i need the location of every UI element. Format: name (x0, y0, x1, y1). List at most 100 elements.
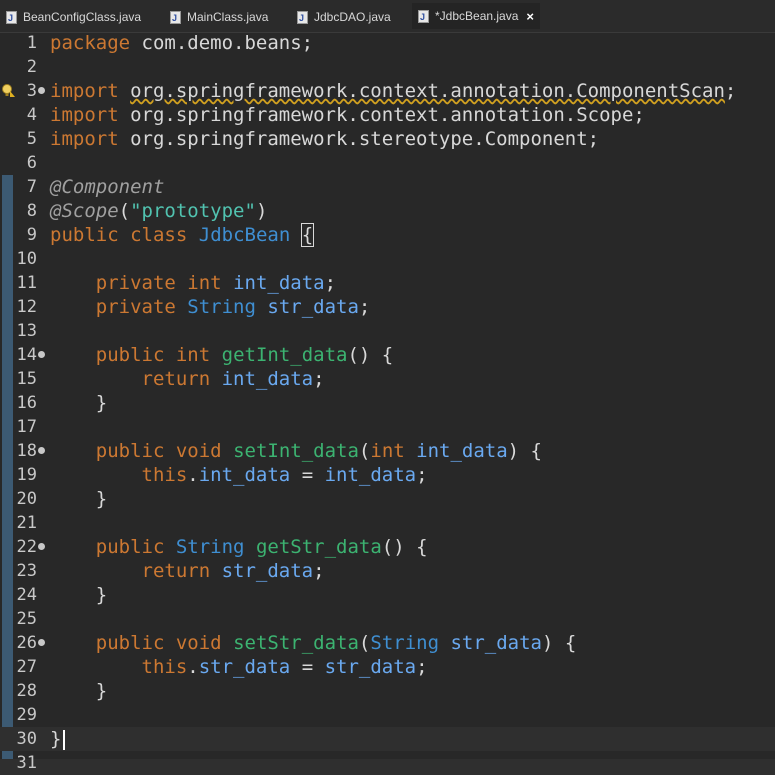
code-token: this (141, 656, 188, 678)
code-token: int_data (416, 440, 508, 462)
code-text: public String getStr_data() { (50, 535, 428, 559)
code-token: . (187, 464, 199, 486)
fold-toggle-icon[interactable] (38, 447, 45, 454)
code-token: class (130, 224, 188, 246)
code-line[interactable]: 1 package com.demo.beans; (0, 31, 775, 55)
code-text: private String str_data; (50, 295, 371, 319)
java-file-icon: J (170, 10, 181, 24)
code-token: ; (416, 464, 428, 486)
fold-toggle-icon[interactable] (38, 543, 45, 550)
code-token: ; (724, 80, 737, 102)
code-line[interactable]: 7 @Component (0, 175, 775, 199)
code-line[interactable]: 15 return int_data; (0, 367, 775, 391)
tab-jdbcbean[interactable]: J *JdbcBean.java × (412, 3, 540, 29)
code-token: int_data (198, 464, 291, 486)
code-token: this (141, 464, 188, 486)
svg-text:J: J (420, 12, 425, 22)
fold-toggle-icon[interactable] (38, 351, 45, 358)
code-token: { (300, 223, 315, 247)
line-number: 25 (16, 609, 37, 629)
line-number: 26 (16, 633, 37, 653)
code-line[interactable]: 18 public void setInt_data(int int_data)… (0, 439, 775, 463)
code-text: public void setStr_data(String str_data)… (50, 631, 577, 655)
code-token: setInt_data (233, 440, 359, 462)
code-token: } (50, 584, 108, 606)
code-line[interactable]: 30} (0, 727, 775, 751)
code-line[interactable]: 27 this.str_data = str_data; (0, 655, 775, 679)
line-number: 20 (16, 489, 37, 509)
warning-bulb-icon[interactable] (1, 83, 15, 97)
code-text: } (50, 487, 107, 511)
code-line[interactable]: 10 (0, 247, 775, 271)
code-line[interactable]: 22 public String getStr_data() { (0, 535, 775, 559)
code-line[interactable]: 14 public int getInt_data() { (0, 343, 775, 367)
code-token: () { (381, 536, 428, 558)
code-token: ( (358, 632, 371, 654)
code-line[interactable]: 21 (0, 511, 775, 535)
code-token: String (175, 536, 245, 558)
code-line[interactable]: 16 } (0, 391, 775, 415)
code-token: private (95, 296, 176, 318)
code-line[interactable]: 29 (0, 703, 775, 727)
code-token: int (175, 344, 211, 366)
code-text: package com.demo.beans; (50, 31, 313, 55)
code-line[interactable]: 6 (0, 151, 775, 175)
code-token: str_data (324, 656, 417, 678)
code-token: } (50, 728, 62, 750)
code-line[interactable]: 23 return str_data; (0, 559, 775, 583)
code-text: return int_data; (50, 367, 325, 391)
tab-jdbcdao[interactable]: J JdbcDAO.java (297, 6, 391, 28)
fold-toggle-icon[interactable] (38, 87, 45, 94)
code-line[interactable]: 31 (0, 751, 775, 775)
code-line[interactable]: 17 (0, 415, 775, 439)
code-line[interactable]: 2 (0, 55, 775, 79)
line-number: 11 (16, 273, 37, 293)
code-token: void (175, 440, 222, 462)
code-token: setStr_data (233, 632, 359, 654)
line-number: 1 (26, 33, 37, 53)
tab-beanconfigclass[interactable]: J BeanConfigClass.java (6, 6, 141, 28)
tab-mainclass[interactable]: J MainClass.java (170, 6, 268, 28)
code-line[interactable]: 3 import org.springframework.context.anno… (0, 79, 775, 103)
code-token: () { (347, 344, 394, 366)
code-line[interactable]: 24 } (0, 583, 775, 607)
code-line[interactable]: 5 import org.springframework.stereotype.C… (0, 127, 775, 151)
code-line[interactable]: 8 @Scope("prototype") (0, 199, 775, 223)
code-line[interactable]: 19 this.int_data = int_data; (0, 463, 775, 487)
code-line[interactable]: 28 } (0, 679, 775, 703)
close-icon[interactable]: × (526, 9, 534, 24)
code-token: com.demo.beans; (130, 32, 314, 54)
code-token: org.springframework.context.annotation.S… (118, 104, 645, 126)
code-line[interactable]: 12 private String str_data; (0, 295, 775, 319)
fold-toggle-icon[interactable] (38, 639, 45, 646)
code-token: ; (313, 560, 325, 582)
code-text: public int getInt_data() { (50, 343, 393, 367)
java-file-icon: J (6, 10, 17, 24)
code-token: getStr_data (255, 536, 382, 558)
code-text: import org.springframework.context.annot… (50, 103, 645, 127)
line-number: 13 (16, 321, 37, 341)
code-editor[interactable]: 1 package com.demo.beans; 2 3 import org.spr… (0, 31, 775, 773)
code-token: int (187, 272, 222, 294)
code-line[interactable]: 25 (0, 607, 775, 631)
code-line[interactable]: 20 } (0, 487, 775, 511)
code-token: } (50, 488, 108, 510)
code-line[interactable]: 11 private int int_data; (0, 271, 775, 295)
code-line[interactable]: 13 (0, 319, 775, 343)
code-token: public (50, 224, 119, 246)
code-text: this.int_data = int_data; (50, 463, 428, 487)
line-number: 19 (16, 465, 37, 485)
code-line[interactable]: 4 import org.springframework.context.anno… (0, 103, 775, 127)
code-line[interactable]: 26 public void setStr_data(String str_da… (0, 631, 775, 655)
code-line[interactable]: 9 public class JdbcBean { (0, 223, 775, 247)
